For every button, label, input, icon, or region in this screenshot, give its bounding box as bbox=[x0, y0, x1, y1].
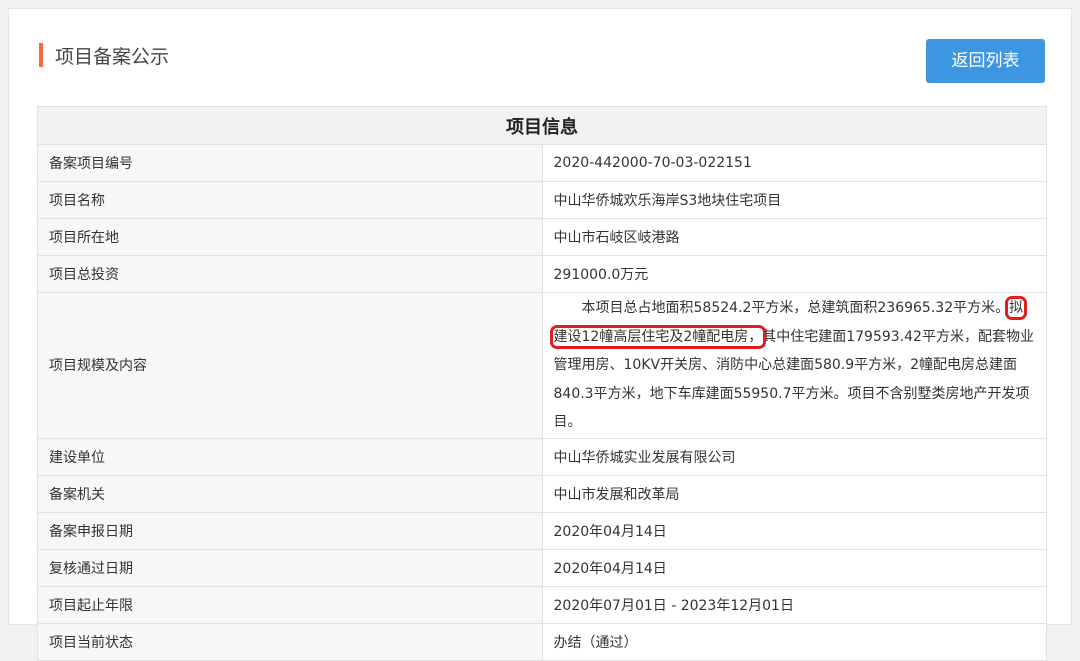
row-value: 中山华侨城实业发展有限公司 bbox=[541, 437, 1047, 476]
row-value: 办结（通过） bbox=[541, 622, 1047, 661]
row-value: 中山市石岐区岐港路 bbox=[541, 218, 1047, 256]
table-row: 建设单位 中山华侨城实业发展有限公司 bbox=[37, 437, 1047, 476]
back-to-list-button[interactable]: 返回列表 bbox=[926, 39, 1045, 83]
row-value: 2020年07月01日 - 2023年12月01日 bbox=[541, 585, 1047, 624]
table-row: 项目名称 中山华侨城欢乐海岸S3地块住宅项目 bbox=[37, 181, 1047, 219]
row-label: 备案机关 bbox=[37, 474, 543, 513]
heading-accent-bar bbox=[39, 43, 43, 67]
row-value: 2020年04月14日 bbox=[541, 548, 1047, 587]
table-row: 备案项目编号 2020-442000-70-03-022151 bbox=[37, 144, 1047, 182]
row-label: 项目起止年限 bbox=[37, 585, 543, 624]
row-label: 复核通过日期 bbox=[37, 548, 543, 587]
table-row: 项目当前状态 办结（通过） bbox=[37, 622, 1047, 661]
table-row: 复核通过日期 2020年04月14日 bbox=[37, 548, 1047, 587]
table-row: 备案机关 中山市发展和改革局 bbox=[37, 474, 1047, 513]
table-title: 项目信息 bbox=[37, 106, 1047, 145]
table-row: 项目总投资 291000.0万元 bbox=[37, 255, 1047, 293]
row-label: 项目名称 bbox=[37, 181, 543, 219]
row-value: 2020-442000-70-03-022151 bbox=[541, 144, 1047, 182]
page-heading: 项目备案公示 bbox=[39, 40, 169, 70]
row-value: 2020年04月14日 bbox=[541, 511, 1047, 550]
table-row: 项目所在地 中山市石岐区岐港路 bbox=[37, 218, 1047, 256]
row-label: 项目所在地 bbox=[37, 218, 543, 256]
row-label: 项目总投资 bbox=[37, 255, 543, 293]
row-label: 项目当前状态 bbox=[37, 622, 543, 661]
row-value: 中山华侨城欢乐海岸S3地块住宅项目 bbox=[541, 181, 1047, 219]
table-row: 项目起止年限 2020年07月01日 - 2023年12月01日 bbox=[37, 585, 1047, 624]
row-label: 备案申报日期 bbox=[37, 511, 543, 550]
row-label: 项目规模及内容 bbox=[37, 292, 543, 439]
table-row: 备案申报日期 2020年04月14日 bbox=[37, 511, 1047, 550]
row-value: 中山市发展和改革局 bbox=[541, 474, 1047, 513]
scope-text-intro: 本项目总占地面积58524.2平方米，总建筑面积236965.32平方米。 bbox=[581, 300, 1010, 316]
row-label: 建设单位 bbox=[37, 437, 543, 476]
row-label: 备案项目编号 bbox=[37, 144, 543, 182]
project-info-table: 项目信息 备案项目编号 2020-442000-70-03-022151 项目名… bbox=[37, 106, 1047, 661]
page-title: 项目备案公示 bbox=[55, 45, 170, 68]
row-value: 291000.0万元 bbox=[541, 255, 1047, 293]
table-row: 项目规模及内容 本项目总占地面积58524.2平方米，总建筑面积236965.3… bbox=[37, 292, 1047, 439]
project-scope-description: 本项目总占地面积58524.2平方米，总建筑面积236965.32平方米。拟建设… bbox=[541, 292, 1047, 439]
content-panel: 项目备案公示 返回列表 项目信息 备案项目编号 2020-442000-70-0… bbox=[8, 8, 1072, 661]
